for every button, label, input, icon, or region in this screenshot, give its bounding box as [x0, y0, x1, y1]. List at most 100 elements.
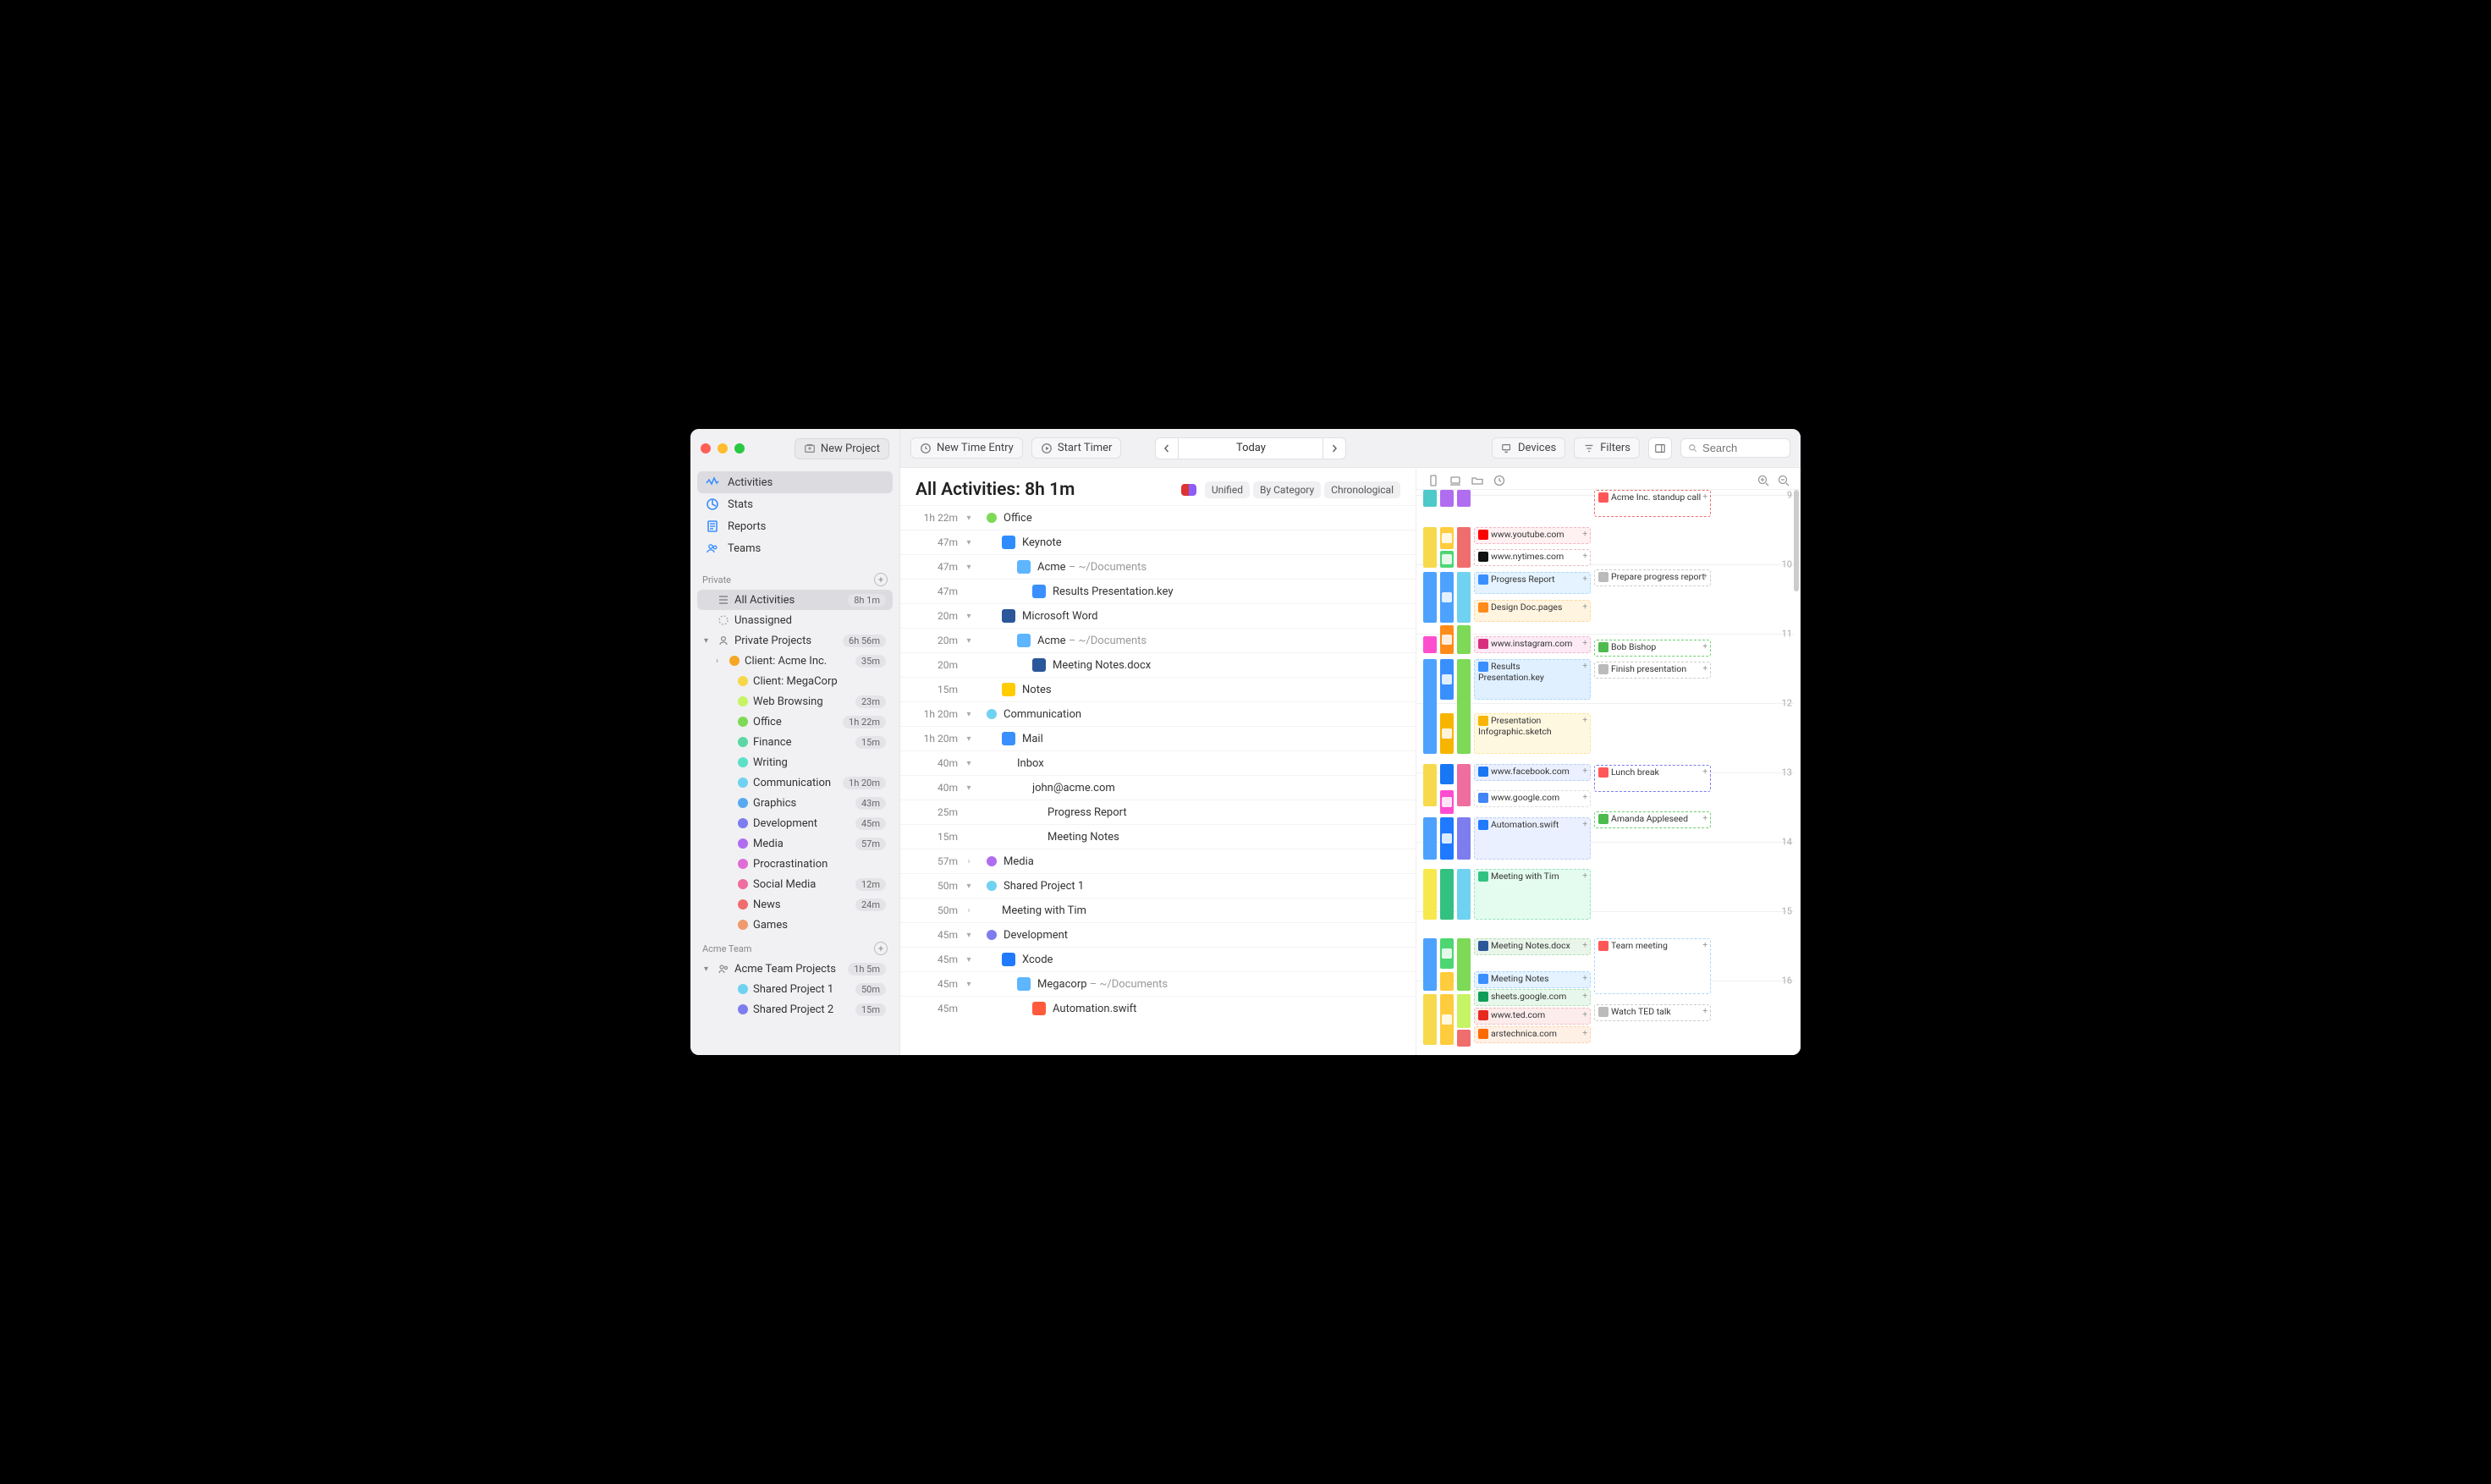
timeline-strip-block[interactable] [1457, 625, 1471, 654]
nav-activities[interactable]: Activities [697, 471, 893, 493]
start-timer-button[interactable]: Start Timer [1031, 437, 1122, 459]
timeline-doc-block[interactable]: Meeting with Tim+ [1474, 869, 1591, 920]
sidebar-item-private-projects[interactable]: ▾ Private Projects 6h 56m [697, 630, 893, 651]
timeline-strip-block[interactable] [1440, 625, 1454, 654]
timeline-strip-block[interactable] [1440, 713, 1454, 754]
activity-row[interactable]: 15mNotes [900, 677, 1416, 701]
sidebar-item-communication[interactable]: Communication1h 20m [697, 772, 893, 793]
add-icon[interactable]: + [1702, 642, 1707, 652]
timeline-strip-block[interactable] [1423, 527, 1437, 568]
timeline-strip-block[interactable] [1457, 527, 1471, 568]
sidebar-item-news[interactable]: News24m [697, 894, 893, 915]
timeline-event-block[interactable]: Finish presentation+ [1594, 662, 1711, 679]
timeline-event-block[interactable]: Watch TED talk+ [1594, 1004, 1711, 1021]
add-icon[interactable]: + [1582, 992, 1587, 1002]
activity-row[interactable]: 47mResults Presentation.key [900, 579, 1416, 603]
zoom-in-icon[interactable] [1757, 474, 1770, 487]
filters-button[interactable]: Filters [1574, 437, 1640, 459]
timeline-doc-block[interactable]: Automation.swift+ [1474, 817, 1591, 860]
timeline-event-block[interactable]: Lunch break+ [1594, 765, 1711, 792]
activity-row[interactable]: 1h 20m▾Communication [900, 701, 1416, 726]
add-icon[interactable]: + [1702, 664, 1707, 674]
timeline-strip-block[interactable] [1440, 994, 1454, 1045]
timeline-strip-block[interactable] [1423, 572, 1437, 623]
maximize-icon[interactable] [734, 443, 745, 453]
timeline-strip-block[interactable] [1440, 817, 1454, 860]
activity-row[interactable]: 20mMeeting Notes.docx [900, 652, 1416, 677]
timeline-doc-block[interactable]: www.facebook.com+ [1474, 764, 1591, 781]
timeline-strip-block[interactable] [1440, 551, 1454, 568]
timeline-doc-block[interactable]: Meeting Notes+ [1474, 971, 1591, 988]
prev-day-button[interactable] [1155, 437, 1179, 459]
next-day-button[interactable] [1322, 437, 1346, 459]
add-icon[interactable]: + [1702, 572, 1707, 582]
timeline-doc-block[interactable]: sheets.google.com+ [1474, 989, 1591, 1006]
timeline-doc-block[interactable]: Progress Report+ [1474, 572, 1591, 594]
new-project-button[interactable]: New Project [795, 438, 889, 459]
timeline-strip-block[interactable] [1423, 490, 1437, 507]
timeline-strip-block[interactable] [1457, 572, 1471, 623]
sidebar-item-client-megacorp[interactable]: Client: MegaCorp [697, 671, 893, 691]
sidebar-item-graphics[interactable]: Graphics43m [697, 793, 893, 813]
timeline-doc-block[interactable]: www.youtube.com+ [1474, 527, 1591, 544]
timeline-strip-block[interactable] [1440, 790, 1454, 814]
timeline-doc-block[interactable]: www.ted.com+ [1474, 1008, 1591, 1025]
add-icon[interactable]: + [1582, 662, 1587, 672]
minimize-icon[interactable] [718, 443, 728, 453]
add-icon[interactable]: + [1582, 716, 1587, 726]
activity-row[interactable]: 45m▾Development [900, 922, 1416, 947]
timeline-strip-block[interactable] [1440, 938, 1454, 969]
sidebar-item-web-browsing[interactable]: Web Browsing23m [697, 691, 893, 712]
timeline-strip-block[interactable] [1457, 659, 1471, 754]
timeline-event-block[interactable]: Bob Bishop+ [1594, 640, 1711, 657]
phone-icon[interactable] [1427, 474, 1440, 487]
add-icon[interactable]: + [1582, 793, 1587, 803]
timeline-strip-block[interactable] [1457, 994, 1471, 1028]
sidebar-item-office[interactable]: Office1h 22m [697, 712, 893, 732]
add-icon[interactable]: + [1582, 820, 1587, 830]
timeline-strip-block[interactable] [1423, 636, 1437, 653]
folder-icon[interactable] [1471, 474, 1484, 487]
tab-unified[interactable]: Unified [1205, 481, 1250, 498]
timeline-doc-block[interactable]: Presentation Infographic.sketch+ [1474, 713, 1591, 754]
sidebar-item-games[interactable]: Games [697, 915, 893, 935]
add-icon[interactable]: + [1582, 941, 1587, 951]
timeline-strip-block[interactable] [1440, 572, 1454, 623]
activity-row[interactable]: 50m▾Shared Project 1 [900, 873, 1416, 898]
timeline-strip-block[interactable] [1440, 869, 1454, 920]
activity-row[interactable]: 1h 22m▾Office [900, 505, 1416, 530]
add-icon[interactable]: + [1582, 639, 1587, 649]
laptop-icon[interactable] [1449, 474, 1462, 487]
timeline-doc-block[interactable]: Results Presentation.key+ [1474, 659, 1591, 700]
tab-by-category[interactable]: By Category [1253, 481, 1321, 498]
add-icon[interactable]: + [1582, 1010, 1587, 1020]
activity-row[interactable]: 45mAutomation.swift [900, 996, 1416, 1020]
timeline-strip-block[interactable] [1423, 817, 1437, 860]
activity-row[interactable]: 47m▾Acme – ~/Documents [900, 554, 1416, 579]
timeline-doc-block[interactable]: Design Doc.pages+ [1474, 600, 1591, 622]
activity-row[interactable]: 15mMeeting Notes [900, 824, 1416, 849]
add-icon[interactable]: + [1702, 814, 1707, 824]
zoom-out-icon[interactable] [1777, 474, 1790, 487]
activity-row[interactable]: 20m▾Microsoft Word [900, 603, 1416, 628]
timeline-event-block[interactable]: Team meeting+ [1594, 938, 1711, 994]
add-icon[interactable]: + [1582, 1029, 1587, 1039]
sidebar-item-client-acme[interactable]: › Client: Acme Inc. 35m [697, 651, 893, 671]
sidebar-item-all-activities[interactable]: All Activities 8h 1m [697, 590, 893, 610]
timeline-strip-block[interactable] [1423, 938, 1437, 991]
timeline-strip-block[interactable] [1423, 994, 1437, 1045]
sidebar-item-media[interactable]: Media57m [697, 833, 893, 854]
close-icon[interactable] [701, 443, 711, 453]
color-toggle-icon[interactable] [1181, 484, 1196, 496]
activity-row[interactable]: 57m›Media [900, 849, 1416, 873]
activity-row[interactable]: 40m▾john@acme.com [900, 775, 1416, 800]
nav-reports[interactable]: Reports [697, 515, 893, 537]
timeline-strip-block[interactable] [1440, 527, 1454, 549]
timeline-doc-block[interactable]: www.instagram.com+ [1474, 636, 1591, 653]
timeline-event-block[interactable]: Amanda Appleseed+ [1594, 811, 1711, 828]
clock-icon[interactable] [1493, 474, 1506, 487]
sidebar-item-social-media[interactable]: Social Media12m [697, 874, 893, 894]
sidebar-item-writing[interactable]: Writing [697, 752, 893, 772]
timeline-event-block[interactable]: Acme Inc. standup call+ [1594, 490, 1711, 517]
timeline-strip-block[interactable] [1440, 764, 1454, 784]
